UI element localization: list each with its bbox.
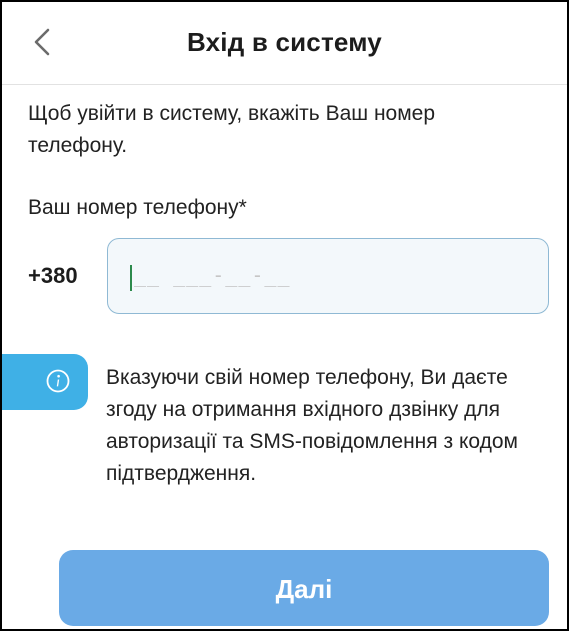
phone-mask: __ ___-__-__: [134, 263, 291, 287]
next-button[interactable]: Далі: [59, 550, 549, 626]
intro-text: Щоб увійти в систему, вкажіть Ваш номер …: [28, 102, 436, 157]
phone-label: Ваш номер телефону*: [28, 196, 247, 219]
phone-input[interactable]: __ ___-__-__: [107, 238, 549, 314]
header-bar: Вхід в систему: [2, 2, 567, 85]
country-prefix: +380: [28, 263, 78, 288]
consent-text: Вказуючи свій номер телефону, Ви даєте з…: [106, 366, 518, 485]
info-icon: [46, 369, 70, 393]
page-title: Вхід в систему: [187, 27, 382, 57]
login-screen: Вхід в систему Щоб увійти в систему, вка…: [0, 0, 569, 631]
text-caret: [130, 265, 132, 291]
info-tab: [2, 354, 88, 410]
